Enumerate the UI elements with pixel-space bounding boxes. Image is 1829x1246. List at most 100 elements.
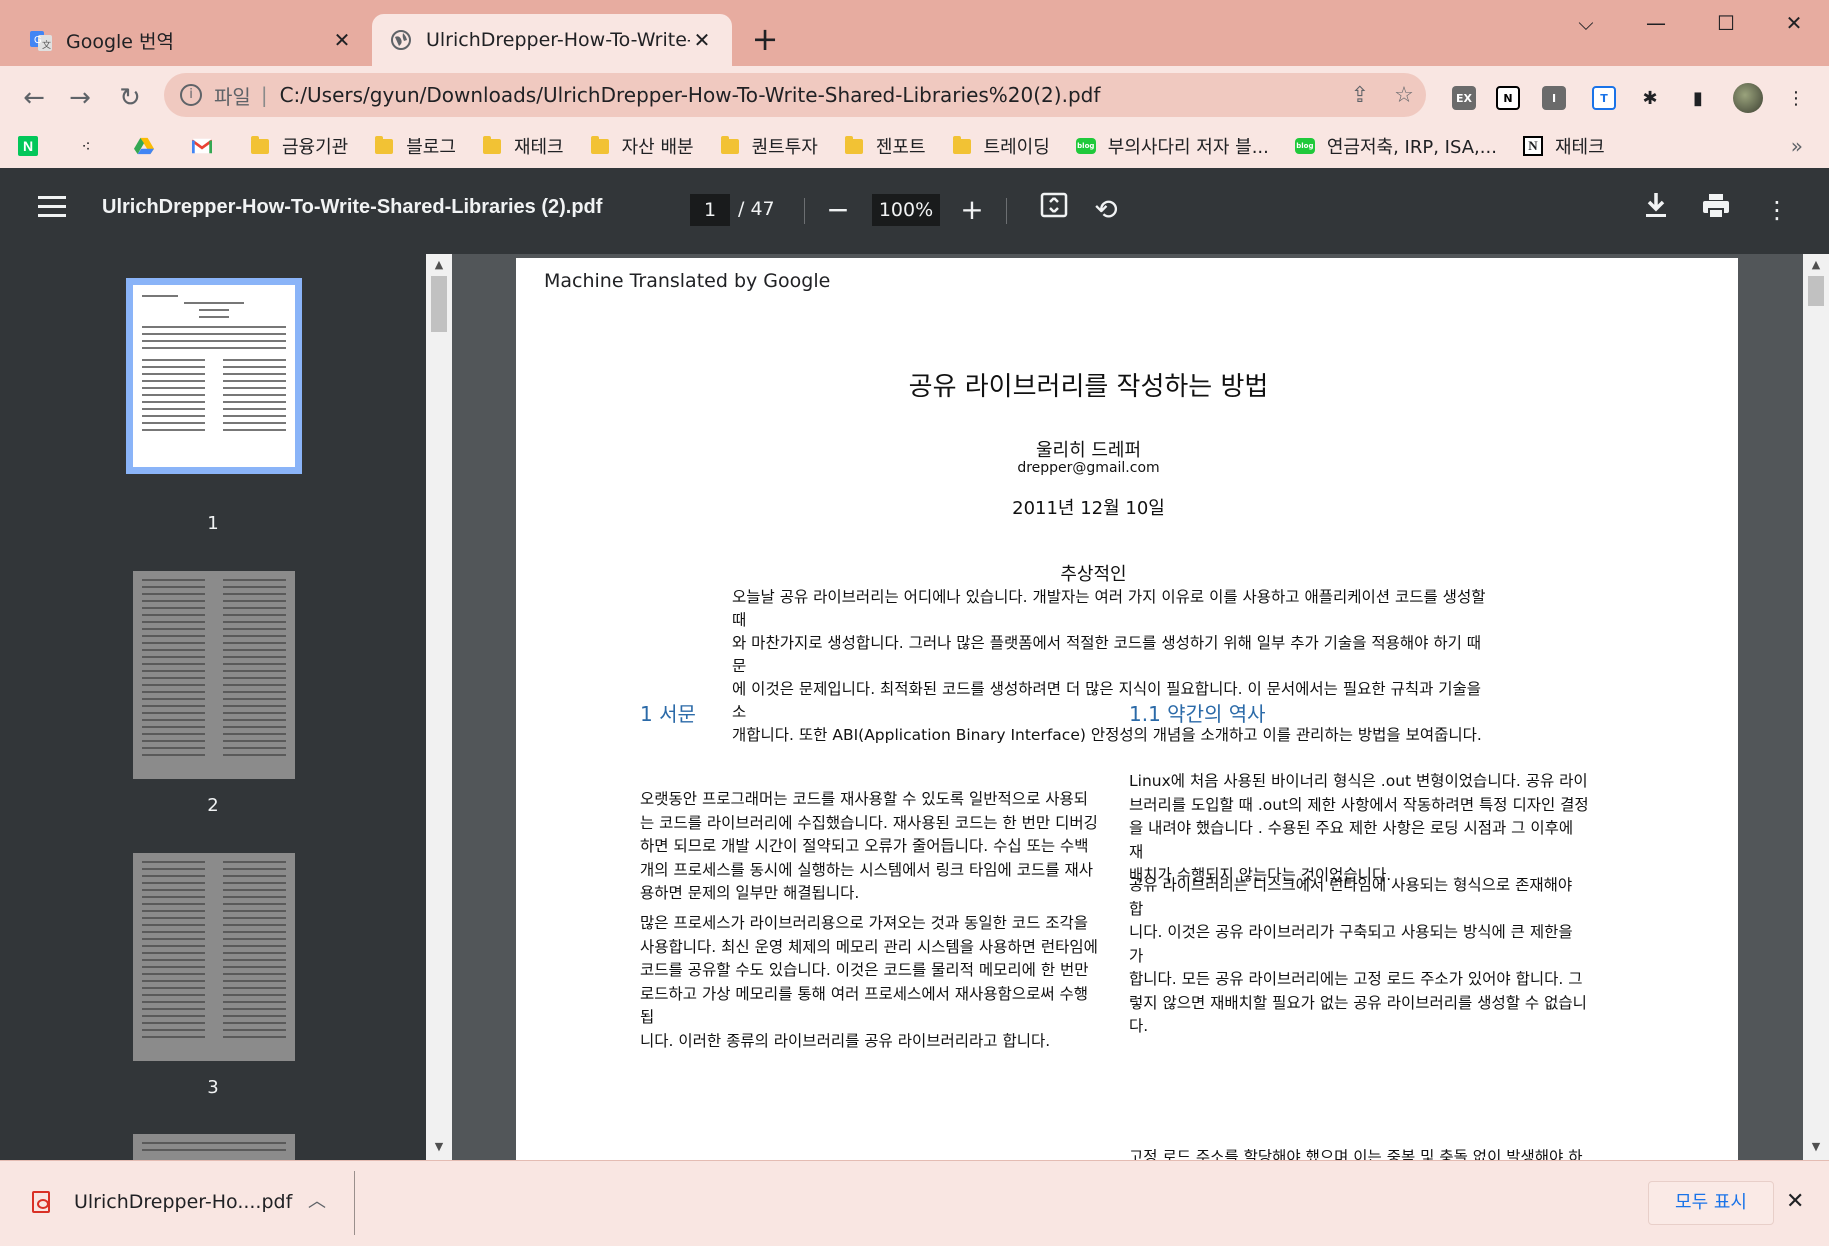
pdf-title: UlrichDrepper-How-To-Write-Shared-Librar… (102, 196, 603, 218)
folder-icon (250, 135, 270, 156)
tab-close-icon[interactable]: ✕ (330, 28, 354, 52)
zoom-input[interactable]: 100% (872, 194, 940, 226)
blog-icon: blog (1075, 136, 1096, 156)
tab-strip: G文 Google 번역 ✕ UlrichDrepper-How-To-Writ… (0, 0, 1829, 66)
puzzle-extension-icon[interactable]: ✱ (1630, 78, 1670, 118)
page-number-input[interactable]: 1 (690, 194, 730, 226)
url-text[interactable]: C:/Users/gyun/Downloads/UlrichDrepper-Ho… (280, 83, 1338, 107)
fit-page-icon[interactable] (1034, 190, 1074, 230)
tab-close-icon[interactable]: ✕ (690, 28, 714, 52)
rotate-icon[interactable]: ⟲ (1086, 190, 1126, 230)
globe-icon (390, 29, 412, 51)
page-total: / 47 (738, 198, 775, 220)
bookmarks-overflow-icon[interactable]: » (1791, 134, 1803, 158)
bookmark-app[interactable]: ⁖ (76, 136, 108, 156)
blog-icon: blog (1294, 136, 1315, 156)
pdf-toolbar: UlrichDrepper-How-To-Write-Shared-Librar… (0, 168, 1829, 254)
bookmark-folder-asset-allocation[interactable]: 자산 배분 (590, 133, 694, 159)
divider (354, 1171, 355, 1235)
share-icon[interactable]: ⇪ (1338, 83, 1382, 108)
back-arrow-icon[interactable]: ← (14, 78, 54, 118)
bookmark-folder-genport[interactable]: 젠포트 (844, 133, 926, 159)
bookmark-folder-financial[interactable]: 금융기관 (250, 133, 348, 159)
new-tab-button[interactable]: + (748, 22, 782, 56)
bookmark-folder-blog[interactable]: 블로그 (374, 133, 456, 159)
pdf-more-menu-icon[interactable]: ⋮ (1757, 190, 1797, 230)
download-icon[interactable] (1636, 190, 1676, 230)
svg-text:文: 文 (42, 39, 51, 51)
ex-extension-icon[interactable]: EX (1444, 78, 1484, 118)
svg-text:G: G (34, 35, 42, 46)
tab-google-translate[interactable]: G文 Google 번역 ✕ (12, 14, 372, 66)
i-extension-icon[interactable]: I (1534, 78, 1574, 118)
tab-search-chevron-icon[interactable]: ⌵ (1566, 8, 1606, 38)
reload-icon[interactable]: ↻ (110, 78, 150, 118)
url-scheme: 파일 (214, 84, 251, 109)
document-scroll-thumb[interactable] (1808, 276, 1824, 306)
history-paragraph-3: 고정 로드 주소를 할당해야 했으며 이는 중복 및 충돌 없이 발생해야 하 (1129, 1148, 1583, 1160)
hamburger-menu-icon[interactable] (38, 196, 66, 223)
browser-toolbar: ← → ↻ i 파일 | C:/Users/gyun/Downloads/Ulr… (0, 66, 1829, 132)
print-icon[interactable] (1696, 190, 1736, 230)
thumbnail-page-1[interactable] (126, 278, 302, 474)
preface-paragraph-1: 오랫동안 프로그래머는 코드를 재사용할 수 있도록 일반적으로 사용되 는 코… (640, 790, 1098, 902)
bookmark-folder-investing[interactable]: 재테크 (482, 133, 564, 159)
scroll-down-icon[interactable]: ▼ (1803, 1140, 1829, 1153)
tab-title: UlrichDrepper-How-To-Write-Sh (426, 29, 690, 51)
sidepanel-icon[interactable]: ▮ (1678, 78, 1718, 118)
chrome-menu-icon[interactable]: ⋮ (1776, 78, 1816, 118)
bookmark-blog-pension[interactable]: blog 연금저축, IRP, ISA,... (1294, 133, 1497, 159)
download-item-name[interactable]: UlrichDrepper-Ho....pdf (74, 1191, 292, 1213)
folder-icon (952, 135, 972, 156)
forward-arrow-icon[interactable]: → (60, 78, 100, 118)
pdf-file-icon[interactable] (32, 1191, 50, 1213)
sidebar-scroll-thumb[interactable] (431, 276, 447, 332)
bookmark-gmail[interactable] (192, 136, 224, 156)
notion-icon: N (1522, 136, 1543, 156)
sidebar-scrollbar[interactable]: ▲ ▼ (426, 254, 452, 1160)
scroll-down-icon[interactable]: ▼ (426, 1140, 452, 1153)
divider (1006, 198, 1007, 224)
history-paragraph-2: 공유 라이브러리는 디스크에서 런타임에 사용되는 형식으로 존재해야 합 니다… (1129, 876, 1587, 1035)
notion-extension-icon[interactable]: N (1488, 78, 1528, 118)
folder-icon (590, 135, 610, 156)
bookmark-star-icon[interactable]: ☆ (1382, 83, 1426, 108)
window-close-icon[interactable]: ✕ (1774, 8, 1814, 38)
bookmark-folder-trading[interactable]: 트레이딩 (952, 133, 1050, 159)
abstract-text: 오늘날 공유 라이브러리는 어디에나 있습니다. 개발자는 여러 가지 이유로 … (732, 588, 1486, 744)
bookmark-google-drive[interactable] (134, 136, 166, 156)
info-icon[interactable]: i (180, 84, 202, 106)
minimize-icon[interactable]: — (1636, 8, 1676, 38)
divider (804, 198, 805, 224)
bookmark-notion-investing[interactable]: N 재테크 (1522, 133, 1605, 159)
url-separator: | (260, 83, 268, 107)
thumbnail-number: 1 (207, 513, 219, 534)
zoom-in-icon[interactable]: + (952, 190, 992, 230)
zoom-out-icon[interactable]: − (818, 190, 858, 230)
bookmark-blog-author[interactable]: blog 부의사다리 저자 블... (1075, 133, 1269, 159)
section-heading-preface: 1 서문 (640, 702, 696, 726)
thumbnail-page-4[interactable] (133, 1134, 295, 1160)
bookmark-naver[interactable]: N (18, 136, 50, 156)
download-shelf: UlrichDrepper-Ho....pdf ︿ 모두 표시 ✕ (0, 1160, 1829, 1246)
thumbnail-page-2[interactable] (133, 571, 295, 779)
chevron-up-icon[interactable]: ︿ (308, 1187, 326, 1213)
profile-avatar-icon[interactable] (1728, 78, 1768, 118)
document-title: 공유 라이브러리를 작성하는 방법 (908, 372, 1269, 402)
scroll-up-icon[interactable]: ▲ (1803, 258, 1829, 271)
tab-title: Google 번역 (66, 30, 175, 53)
scroll-up-icon[interactable]: ▲ (426, 258, 452, 271)
maximize-icon[interactable]: ☐ (1706, 8, 1746, 38)
thumbnail-page-3[interactable] (133, 853, 295, 1061)
address-bar[interactable]: i 파일 | C:/Users/gyun/Downloads/UlrichDre… (164, 73, 1426, 117)
naver-icon: N (18, 136, 38, 156)
show-all-button[interactable]: 모두 표시 (1648, 1181, 1774, 1225)
close-shelf-icon[interactable]: ✕ (1786, 1189, 1804, 1214)
translate-extension-icon[interactable]: T (1584, 78, 1624, 118)
preface-paragraph-2: 많은 프로세스가 라이브러리용으로 가져오는 것과 동일한 코드 조각을 사용합… (640, 914, 1098, 1050)
tab-pdf[interactable]: UlrichDrepper-How-To-Write-Sh ✕ (372, 14, 732, 66)
pdf-page: Machine Translated by Google 공유 라이브러리를 작… (516, 258, 1738, 1160)
document-scrollbar[interactable]: ▲ ▼ (1803, 254, 1829, 1160)
document-author: 울리히 드레퍼 (1035, 440, 1142, 461)
bookmark-folder-quant[interactable]: 퀀트투자 (720, 133, 818, 159)
